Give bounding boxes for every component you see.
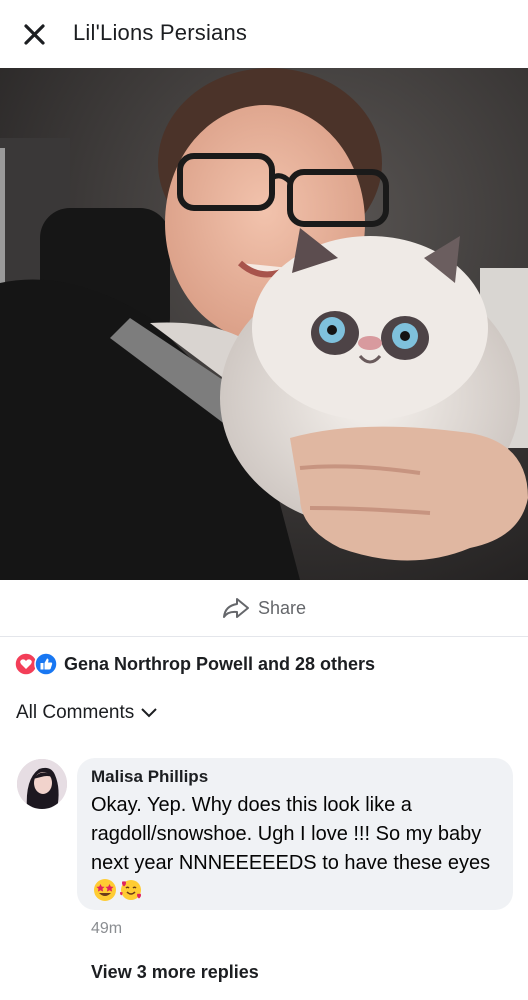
avatar[interactable] [17,759,67,809]
reactions-text: Gena Northrop Powell and 28 others [64,653,376,674]
star-struck-emoji [94,879,116,901]
share-button[interactable]: Share [222,594,306,622]
view-more-replies-link[interactable]: View 3 more replies [91,962,259,983]
photo-illustration [0,68,528,580]
share-label: Share [258,597,307,618]
chevron-down-icon [141,708,157,718]
top-bar: Lil'Lions Persians [0,0,528,68]
share-arrow-icon [223,598,249,618]
comment-bubble[interactable]: Malisa Phillips Okay. Yep. Why does this… [77,758,513,910]
reactions-summary[interactable]: Gena Northrop Powell and 28 others [14,651,375,677]
close-icon [24,24,45,45]
share-row: Share [0,580,528,637]
avatar-image [17,759,67,809]
all-comments-dropdown[interactable]: All Comments [16,702,158,724]
page-title: Lil'Lions Persians [73,20,248,45]
comment-timestamp: 49m [91,920,123,937]
comment-author[interactable]: Malisa Phillips [91,767,208,787]
like-reaction-icon [34,652,58,676]
all-comments-label: All Comments [16,702,135,723]
post-photo[interactable] [0,68,528,580]
smiling-face-with-hearts-emoji [120,880,141,900]
comment-body: Okay. Yep. Why does this look like a rag… [91,791,501,907]
close-button[interactable] [20,21,50,49]
comment-text: Okay. Yep. Why does this look like a rag… [91,794,491,874]
